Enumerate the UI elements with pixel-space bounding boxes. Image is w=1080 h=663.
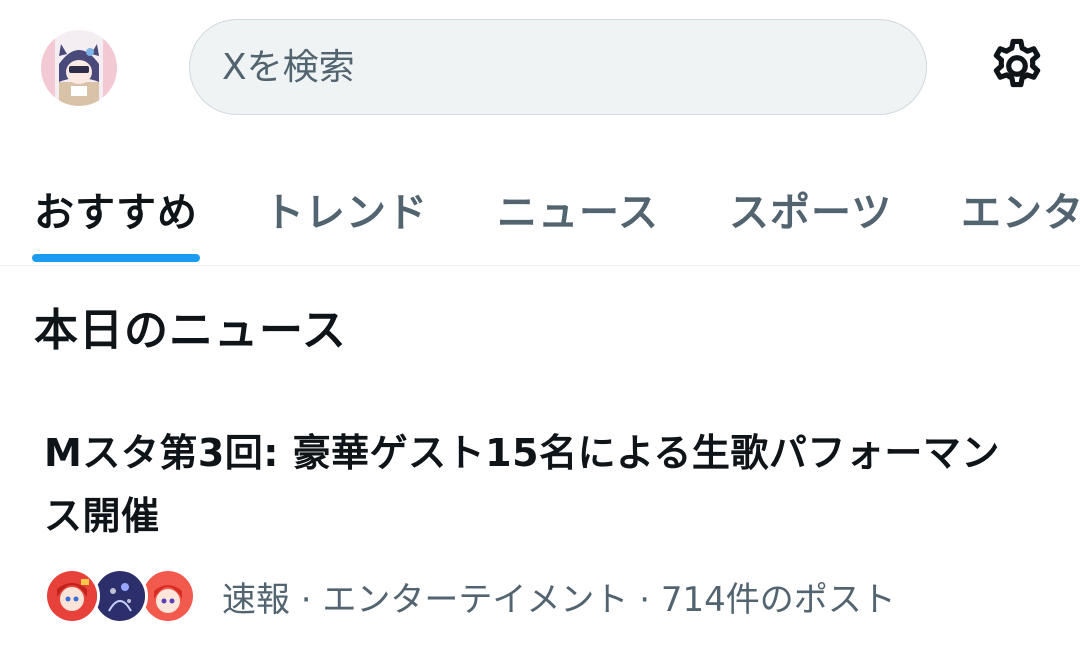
news-headline[interactable]: Mスタ第3回: 豪華ゲスト15名による生歌パフォーマンス開催 xyxy=(44,422,1034,548)
tab-entertainment[interactable]: エンタ xyxy=(961,150,1080,265)
section-title: 本日のニュース xyxy=(34,305,347,356)
search-bar[interactable] xyxy=(189,19,927,115)
profile-avatar[interactable] xyxy=(41,30,117,106)
news-meta-row[interactable]: 速報 · エンターテイメント · 714件のポスト xyxy=(44,566,896,626)
poster-avatars xyxy=(44,566,204,626)
tab-news[interactable]: ニュース xyxy=(497,150,659,265)
gear-icon xyxy=(993,38,1041,88)
poster-avatar-2 xyxy=(92,568,148,624)
poster-avatar-3 xyxy=(140,568,196,624)
search-input[interactable] xyxy=(222,46,926,88)
explore-tabs: おすすめ トレンド ニュース スポーツ エンタ xyxy=(0,150,1080,266)
top-header xyxy=(0,0,1080,135)
avatar-dark-blue-icon xyxy=(95,571,145,621)
avatar-red-hair-2-icon xyxy=(143,571,193,621)
avatar-red-hair-icon xyxy=(47,571,97,621)
poster-avatar-1 xyxy=(44,568,100,624)
tab-recommended[interactable]: おすすめ xyxy=(34,150,198,265)
active-tab-indicator xyxy=(32,254,200,262)
tab-trending[interactable]: トレンド xyxy=(264,150,428,265)
tab-sports[interactable]: スポーツ xyxy=(729,150,892,265)
profile-avatar-image xyxy=(41,30,117,106)
settings-gear-icon[interactable] xyxy=(986,35,1048,97)
news-meta-text: 速報 · エンターテイメント · 714件のポスト xyxy=(222,579,896,620)
